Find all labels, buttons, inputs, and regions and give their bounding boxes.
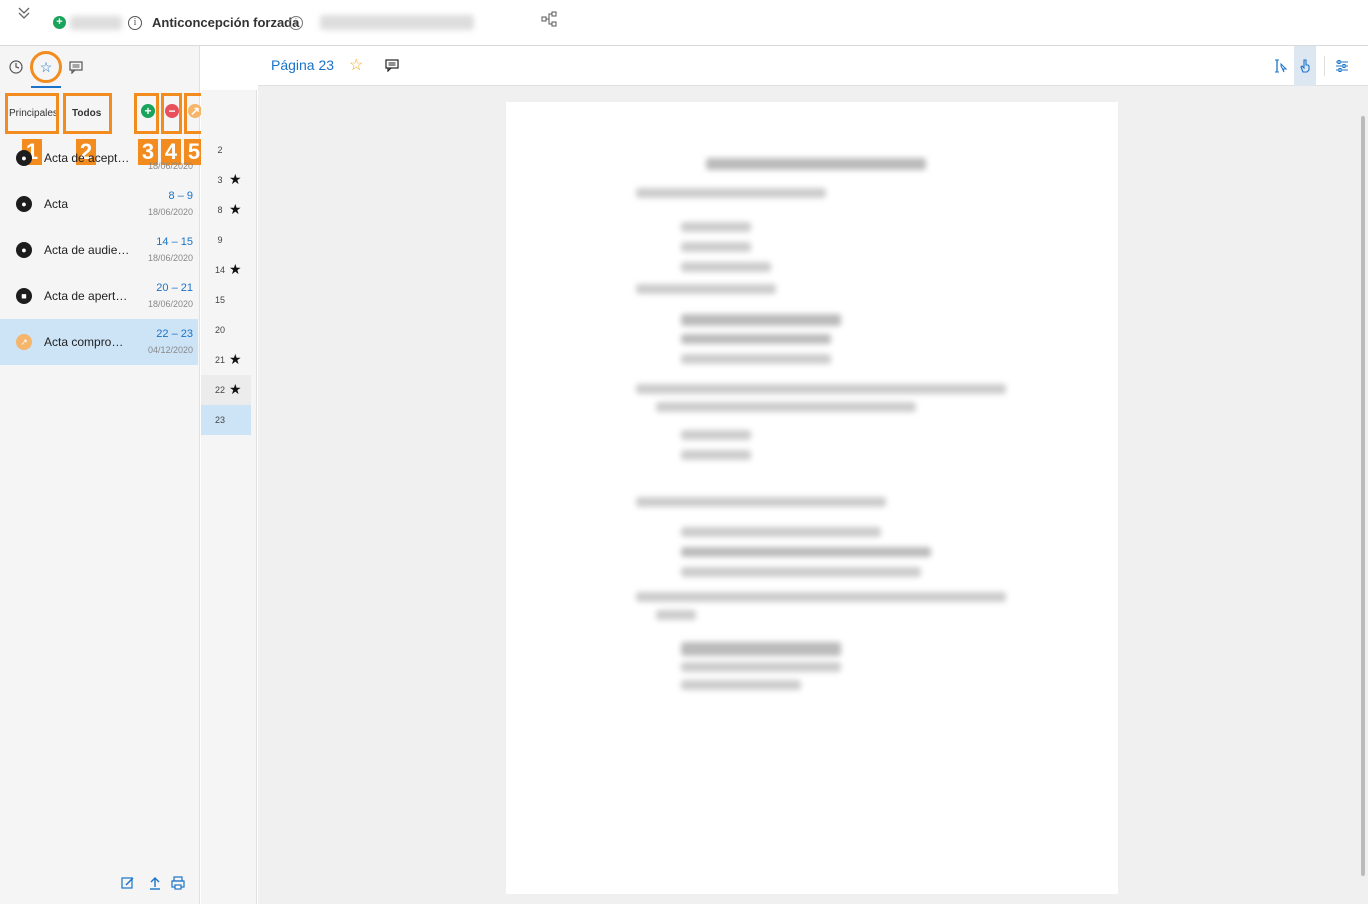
- star-icon: ★: [229, 261, 242, 277]
- document-name: Acta compro…: [44, 335, 124, 349]
- title-info-icon[interactable]: i: [289, 16, 303, 30]
- annotation-box-2: [63, 93, 112, 134]
- annotation-box-1: [5, 93, 59, 134]
- page-item[interactable]: 22 ★: [201, 375, 251, 405]
- link-icon: ↗: [16, 334, 32, 350]
- list-item[interactable]: ● Acta de acept… 18/06/2020: [0, 135, 198, 181]
- page-number: 14: [214, 265, 225, 275]
- annotation-circle: [30, 51, 62, 83]
- info-icon[interactable]: i: [128, 16, 142, 30]
- case-title: Anticoncepción forzada: [152, 15, 300, 30]
- comment-icon[interactable]: [65, 56, 87, 78]
- page-number: 21: [214, 355, 225, 365]
- page-number: 2: [217, 145, 223, 155]
- person-icon: ●: [16, 196, 32, 212]
- hand-tool-icon[interactable]: [1294, 46, 1316, 86]
- active-tab-underline: [31, 86, 61, 88]
- blurred-case-detail: [320, 15, 474, 30]
- document-icon: ■: [16, 288, 32, 304]
- viewer-header: Página 23 ☆: [258, 46, 1368, 86]
- edit-icon[interactable]: [121, 876, 135, 893]
- document-date: 04/12/2020: [147, 345, 193, 355]
- scrollbar-thumb[interactable]: [1361, 116, 1365, 876]
- page-item[interactable]: 14 ★: [201, 255, 251, 285]
- page-title: Página 23: [271, 57, 335, 73]
- page-number: 3: [217, 175, 223, 185]
- list-item-selected[interactable]: ↗ Acta compro… 22 – 23 04/12/2020: [0, 319, 198, 365]
- list-item[interactable]: ■ Acta de apert… 20 – 21 18/06/2020: [0, 273, 198, 319]
- page-item[interactable]: 21 ★: [201, 345, 251, 375]
- page-number: 8: [217, 205, 223, 215]
- gavel-icon: ●: [16, 242, 32, 258]
- collapse-icon[interactable]: [16, 6, 34, 24]
- blurred-case-id: [70, 16, 122, 30]
- page-number: 23: [214, 415, 225, 425]
- star-icon: ★: [229, 351, 242, 367]
- page-number: 9: [217, 235, 223, 245]
- list-item[interactable]: ● Acta 8 – 9 18/06/2020: [0, 181, 198, 227]
- star-icon: ★: [229, 201, 242, 217]
- document-pages[interactable]: 20 – 21: [156, 282, 193, 294]
- add-icon[interactable]: +: [53, 16, 66, 29]
- document-date: 18/06/2020: [147, 253, 193, 263]
- annotation-box-3: [134, 93, 159, 134]
- page-item[interactable]: 8 ★: [201, 195, 251, 225]
- page-number: 15: [214, 295, 225, 305]
- document-page: [506, 102, 1118, 894]
- document-name: Acta de audie…: [44, 243, 130, 257]
- document-date: 18/06/2020: [147, 161, 193, 171]
- page-item-selected[interactable]: 23: [201, 405, 251, 435]
- annotation-box-4: [161, 93, 182, 134]
- toolbar-divider: [1324, 56, 1325, 76]
- star-icon: ★: [229, 171, 242, 187]
- document-pages[interactable]: 8 – 9: [169, 190, 193, 202]
- page-item[interactable]: 2: [201, 135, 251, 165]
- page-number: 20: [214, 325, 225, 335]
- page-list: 2 3 ★ 8 ★ 9 14 ★ 15 20 21 ★ 22 ★ 23: [201, 90, 257, 904]
- star-icon: ★: [229, 381, 242, 397]
- document-date: 18/06/2020: [147, 207, 193, 217]
- text-select-tool-icon[interactable]: [1269, 55, 1291, 77]
- settings-sliders-icon[interactable]: [1331, 55, 1353, 77]
- document-date: 18/06/2020: [147, 299, 193, 309]
- viewer-scrollbar[interactable]: [1358, 86, 1368, 904]
- document-viewer[interactable]: [258, 86, 1358, 904]
- print-icon[interactable]: [171, 876, 185, 893]
- upload-icon[interactable]: [148, 876, 162, 893]
- hierarchy-icon[interactable]: [541, 11, 557, 27]
- page-number: 22: [214, 385, 225, 395]
- history-icon[interactable]: [5, 56, 27, 78]
- document-name: Acta: [44, 197, 69, 211]
- page-item[interactable]: 15: [201, 285, 251, 315]
- list-item[interactable]: ● Acta de audie… 14 – 15 18/06/2020: [0, 227, 198, 273]
- document-pages[interactable]: 14 – 15: [156, 236, 193, 248]
- document-name: Acta de acept…: [44, 151, 130, 165]
- document-pages[interactable]: 22 – 23: [156, 328, 193, 340]
- page-item[interactable]: 20: [201, 315, 251, 345]
- page-item[interactable]: 9: [201, 225, 251, 255]
- page-item[interactable]: 3 ★: [201, 165, 251, 195]
- document-name: Acta de apert…: [44, 289, 128, 303]
- page-comment-icon[interactable]: [385, 58, 399, 73]
- top-bar: + i Anticoncepción forzada i: [0, 0, 1368, 46]
- person-icon: ●: [16, 150, 32, 166]
- bookmark-page-star-icon[interactable]: ☆: [349, 55, 363, 75]
- sidebar-tabs: ☆: [0, 46, 257, 88]
